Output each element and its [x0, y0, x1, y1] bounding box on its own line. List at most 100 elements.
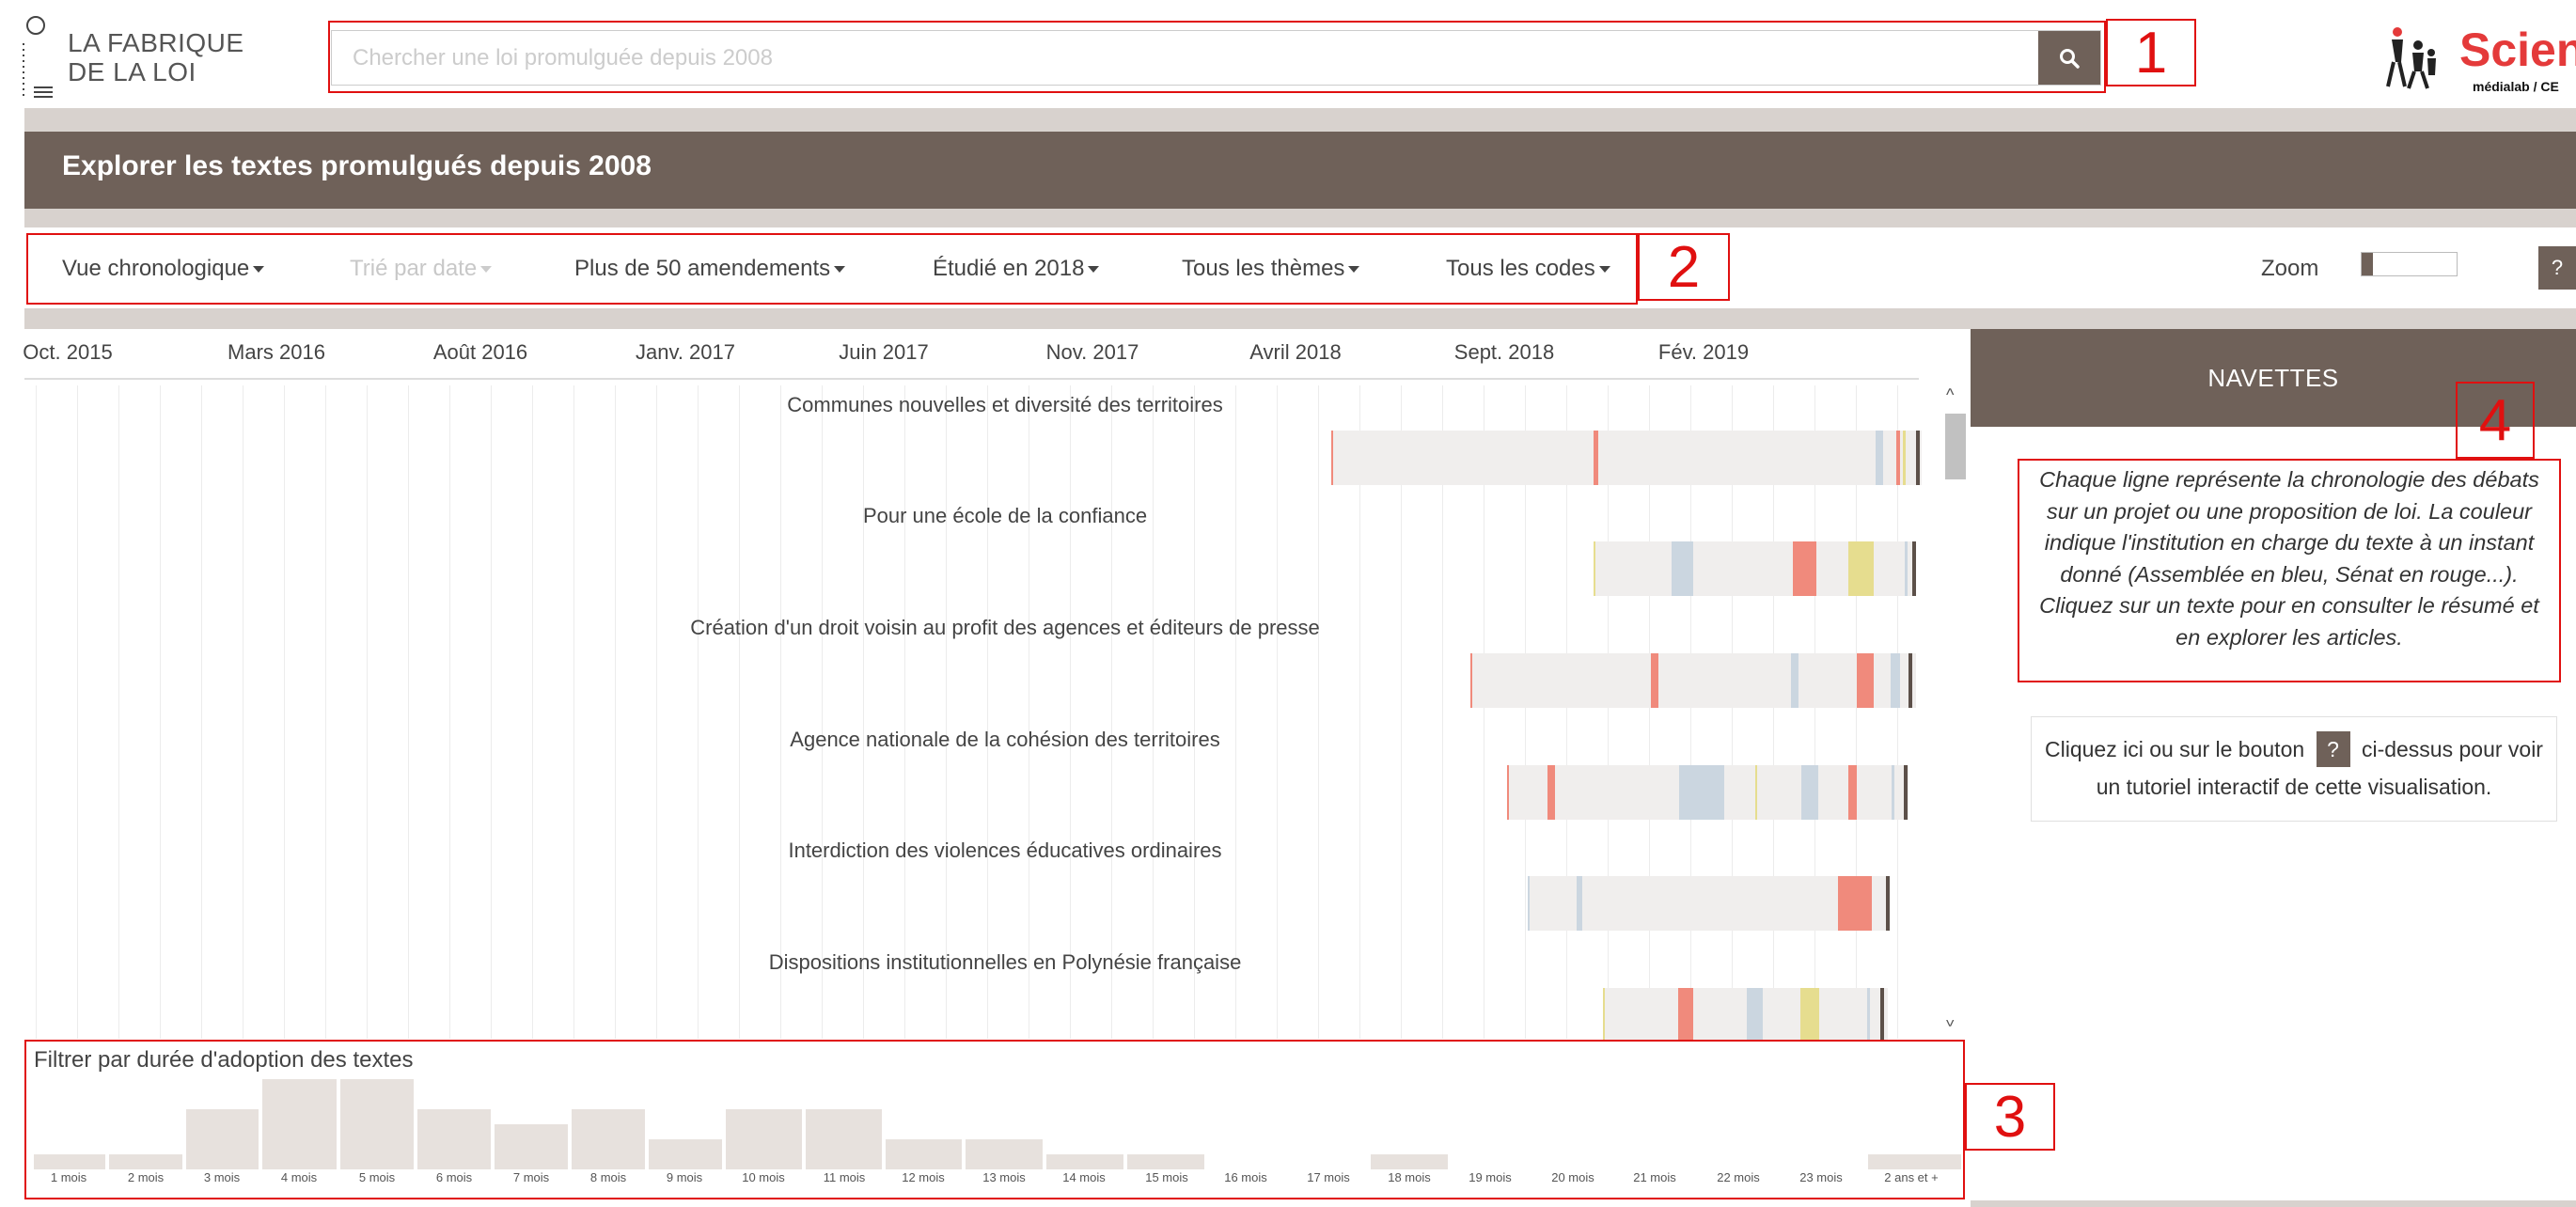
- timeline-gridline: [408, 385, 409, 1039]
- timeline-gridline: [904, 385, 905, 1039]
- partner-name: Scienc: [2459, 24, 2576, 76]
- timeline-gridline: [987, 385, 988, 1039]
- timeline-month-label: Nov. 2017: [1045, 340, 1139, 364]
- debate-phase-segment: [1800, 988, 1819, 1042]
- divider-band: [24, 209, 2576, 227]
- timeline-month-label: Oct. 2015: [23, 340, 113, 364]
- annotation-box-3: [24, 1040, 1965, 1199]
- debate-phase-segment: [1672, 541, 1693, 596]
- debate-phase-segment: [1838, 876, 1872, 931]
- timeline-gridline: [36, 385, 37, 1039]
- text-title[interactable]: Interdiction des violences éducatives or…: [788, 839, 1221, 863]
- debate-phase-segment: [1867, 988, 1870, 1042]
- annotation-label-3: 3: [1965, 1083, 2055, 1151]
- header: LA FABRIQUE DE LA LOI 1 Scienc médialab …: [0, 0, 2576, 108]
- debate-phase-segment: [1891, 653, 1900, 708]
- divider-band: [24, 308, 2576, 329]
- timeline-month-label: Août 2016: [432, 340, 528, 364]
- debate-phase-segment: [1848, 765, 1857, 820]
- partner-subtitle: médialab / CE: [2473, 79, 2559, 94]
- timeline-gridline: [1318, 385, 1319, 1039]
- partner-logo[interactable]: Scienc médialab / CE: [2379, 19, 2576, 94]
- timeline-scrollbar[interactable]: ^ ^: [1942, 385, 1969, 1039]
- zoom-slider-handle[interactable]: [2362, 253, 2373, 275]
- timeline-gridline: [1194, 385, 1195, 1039]
- debate-phase-segment: [1801, 765, 1818, 820]
- debate-phase-segment: [1905, 541, 1908, 596]
- tutorial-help-button[interactable]: ?: [2316, 731, 2350, 767]
- debate-phase-segment: [1528, 876, 1530, 931]
- timeline-gridline: [863, 385, 864, 1039]
- debate-phase-segment: [1903, 431, 1906, 485]
- debate-phase-segment: [1896, 431, 1900, 485]
- timeline-month-label: Sept. 2018: [1453, 340, 1555, 364]
- text-timeline-bar[interactable]: [1603, 988, 1888, 1042]
- debate-phase-segment: [1679, 765, 1724, 820]
- divider-band: [1971, 1200, 2576, 1207]
- debate-phase-segment: [1848, 541, 1874, 596]
- annotation-label-2: 2: [1638, 233, 1730, 301]
- text-title[interactable]: Communes nouvelles et diversité des terr…: [787, 393, 1222, 417]
- timeline-gridline: [367, 385, 368, 1039]
- zoom-slider[interactable]: [2361, 252, 2458, 276]
- timeline-month-label: Fév. 2019: [1657, 340, 1750, 364]
- tutorial-link[interactable]: Cliquez ici ou sur le bouton ? ci-dessus…: [2031, 716, 2557, 822]
- text-timeline-bar[interactable]: [1470, 653, 1916, 708]
- timeline-gridline: [1235, 385, 1236, 1039]
- promulgation-marker: [1916, 431, 1920, 485]
- timeline-month-label: Avril 2018: [1249, 340, 1342, 364]
- timeline-gridline: [491, 385, 492, 1039]
- logo-line2: DE LA LOI: [68, 57, 196, 86]
- text-title[interactable]: Agence nationale de la cohésion des terr…: [790, 728, 1219, 752]
- divider-band: [24, 108, 2576, 132]
- timeline-month-label: Juin 2017: [839, 340, 929, 364]
- text-timeline-bar[interactable]: [1331, 431, 1922, 485]
- timeline-gridline: [160, 385, 161, 1039]
- logo[interactable]: LA FABRIQUE DE LA LOI: [21, 13, 246, 98]
- debate-phase-segment: [1577, 876, 1582, 931]
- timeline-gridline: [615, 385, 616, 1039]
- timeline-gridline: [77, 385, 78, 1039]
- timeline-gridline: [822, 385, 823, 1039]
- debate-phase-segment: [1651, 653, 1658, 708]
- debate-phase-segment: [1603, 988, 1605, 1042]
- timeline-gridline: [573, 385, 574, 1039]
- text-title[interactable]: Création d'un droit voisin au profit des…: [690, 616, 1320, 640]
- timeline-gridline: [1277, 385, 1278, 1039]
- scroll-up-icon[interactable]: ^: [1946, 385, 1954, 405]
- text-title[interactable]: Dispositions institutionnelles en Polyné…: [769, 950, 1242, 975]
- promulgation-marker: [1904, 765, 1908, 820]
- tutorial-text-before: Cliquez ici ou sur le bouton: [2045, 737, 2305, 761]
- debate-phase-segment: [1594, 431, 1598, 485]
- annotation-label-1: 1: [2106, 19, 2196, 86]
- text-timeline-bar[interactable]: [1507, 765, 1908, 820]
- logo-line1: LA FABRIQUE: [68, 28, 244, 57]
- timeline-gridline: [656, 385, 657, 1039]
- navettes-description: Chaque ligne représente la chronologie d…: [2039, 467, 2539, 650]
- timeline-gridline: [1111, 385, 1112, 1039]
- timeline-month-label: Janv. 2017: [635, 340, 736, 364]
- scrollbar-thumb[interactable]: [1945, 414, 1966, 479]
- timeline-gridline: [1070, 385, 1071, 1039]
- page-title: Explorer les textes promulgués depuis 20…: [62, 150, 652, 181]
- debate-phase-segment: [1331, 431, 1333, 485]
- debate-phase-segment: [1594, 541, 1595, 596]
- timeline-gridline: [449, 385, 450, 1039]
- scroll-down-icon[interactable]: ^: [1946, 1010, 1954, 1029]
- debate-phase-segment: [1470, 653, 1472, 708]
- zoom-label: Zoom: [2261, 256, 2319, 281]
- timeline-gridline: [201, 385, 202, 1039]
- debate-phase-segment: [1876, 431, 1883, 485]
- timeline-gridline: [1153, 385, 1154, 1039]
- debate-phase-segment: [1678, 988, 1693, 1042]
- text-title[interactable]: Pour une école de la confiance: [863, 504, 1147, 528]
- help-button[interactable]: ?: [2538, 246, 2576, 290]
- logo-icon: [23, 16, 53, 98]
- promulgation-marker: [1886, 876, 1890, 931]
- debate-phase-segment: [1507, 765, 1509, 820]
- debate-phase-segment: [1547, 765, 1555, 820]
- timeline-gridline: [118, 385, 119, 1039]
- timeline-gridline: [698, 385, 699, 1039]
- text-timeline-bar[interactable]: [1528, 876, 1890, 931]
- text-timeline-bar[interactable]: [1594, 541, 1916, 596]
